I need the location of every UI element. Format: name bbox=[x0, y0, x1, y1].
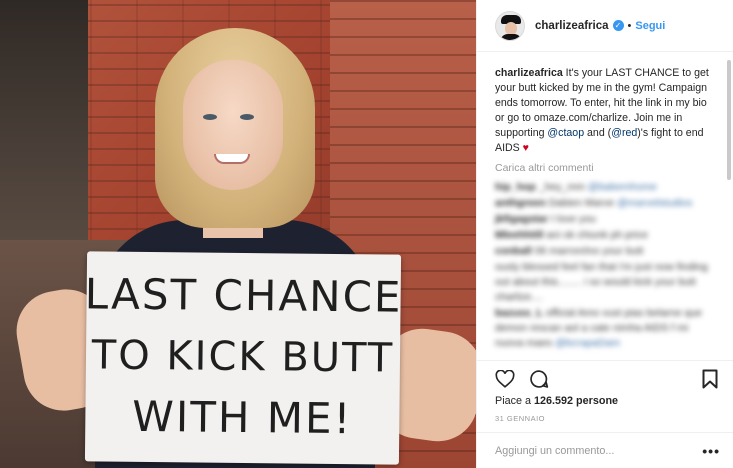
list-item: hip_hop _hey_mm @babemhome bbox=[495, 181, 657, 193]
mention-ctaop[interactable]: @ctaop bbox=[547, 127, 584, 139]
person-eye-left bbox=[203, 114, 217, 120]
avatar[interactable] bbox=[495, 10, 525, 41]
verified-badge-icon: ✓ bbox=[612, 20, 624, 31]
scrollbar[interactable] bbox=[727, 60, 731, 180]
caption-text-2: and ( bbox=[584, 127, 612, 139]
blurred-comments: hip_hop _hey_mm @babemhome anthgreen Dab… bbox=[495, 180, 714, 351]
more-options-icon[interactable]: ••• bbox=[702, 443, 720, 459]
person-mouth bbox=[214, 154, 250, 164]
post-date[interactable]: 31 GENNAIO bbox=[495, 414, 545, 423]
sign-line-3: WITH ME! bbox=[132, 391, 353, 444]
load-more-comments-button[interactable]: Carica altri commenti bbox=[495, 162, 714, 174]
post-side-panel: charlizeafrica ✓ • Segui charlizeafrica … bbox=[476, 0, 733, 468]
list-item: conball 06 marron/ino your butt bbox=[495, 245, 644, 257]
heart-outline-icon[interactable] bbox=[493, 367, 517, 391]
sign-line-2: TO KICK BUTT bbox=[91, 332, 395, 382]
add-comment-bar: ••• bbox=[477, 432, 733, 468]
follow-button[interactable]: Segui bbox=[635, 20, 665, 32]
caption-username[interactable]: charlizeafrica bbox=[495, 67, 563, 79]
mention-red[interactable]: @red bbox=[611, 127, 637, 139]
heart-emoji-icon: ♥ bbox=[522, 142, 529, 154]
post-caption: charlizeafrica It's your LAST CHANCE to … bbox=[495, 66, 714, 156]
comments-list[interactable]: charlizeafrica It's your LAST CHANCE to … bbox=[477, 56, 733, 360]
person-eye-right bbox=[240, 114, 254, 120]
bookmark-icon[interactable] bbox=[698, 367, 722, 391]
separator-dot: • bbox=[627, 19, 632, 32]
handwritten-sign: LAST CHANCE TO KICK BUTT WITH ME! bbox=[84, 251, 403, 465]
post-header: charlizeafrica ✓ • Segui bbox=[477, 0, 733, 52]
list-item: Mleehhtill ani ok chiunk ph price bbox=[495, 229, 648, 241]
photo-doorway bbox=[0, 0, 88, 260]
comment-input[interactable] bbox=[495, 444, 703, 457]
post-photo[interactable]: LAST CHANCE TO KICK BUTT WITH ME! bbox=[0, 0, 476, 468]
person-face bbox=[183, 60, 283, 190]
list-item: ously blessed feel fan that i'm just now… bbox=[495, 261, 708, 303]
action-bar bbox=[477, 360, 733, 396]
sign-line-1: LAST CHANCE bbox=[84, 269, 403, 322]
comment-bubble-icon[interactable] bbox=[527, 367, 551, 391]
list-item: bazuss_L official Amo vust pias belarne … bbox=[495, 307, 703, 349]
header-username[interactable]: charlizeafrica bbox=[535, 20, 609, 32]
list-item: anthgreen Dabien Marve @marvelstudios bbox=[495, 197, 693, 209]
list-item: jkfigagstar I love you bbox=[495, 213, 596, 225]
likes-count[interactable]: Piace a 126.592 persone bbox=[495, 395, 618, 407]
